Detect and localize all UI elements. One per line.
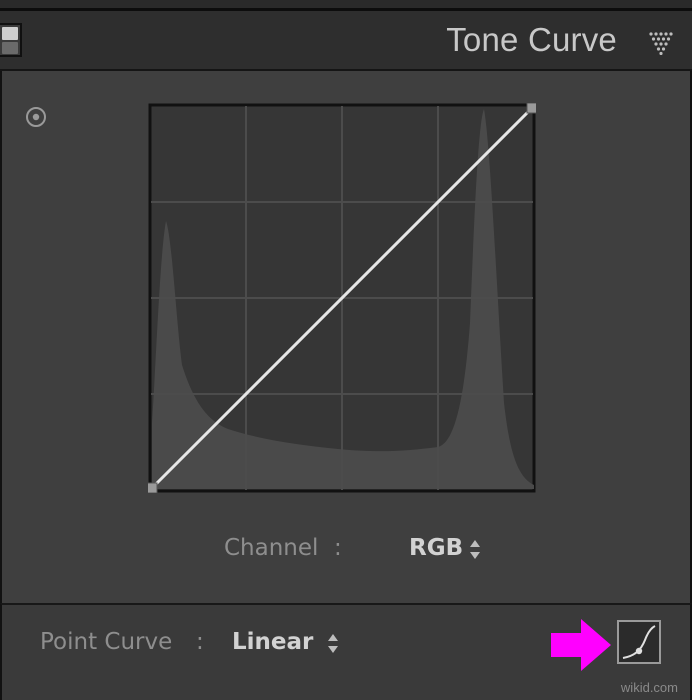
panel-header[interactable]: Tone Curve bbox=[0, 11, 692, 71]
curve-endpoint-shadows[interactable] bbox=[148, 482, 158, 493]
channel-label: Channel bbox=[224, 535, 319, 561]
tone-curve-graph[interactable] bbox=[148, 103, 536, 493]
target-icon[interactable] bbox=[24, 105, 48, 129]
chevron-updown-icon bbox=[469, 538, 481, 560]
panel-title: Tone Curve bbox=[446, 21, 617, 58]
triangle-down-icon[interactable] bbox=[648, 31, 674, 55]
point-curve-label: Point Curve bbox=[40, 629, 173, 655]
channel-select[interactable]: RGB bbox=[409, 535, 481, 561]
point-curve-select[interactable]: Linear bbox=[232, 629, 339, 655]
watermark: wikid.com bbox=[620, 680, 678, 695]
curve-edit-icon bbox=[622, 625, 656, 659]
channel-value: RGB bbox=[409, 535, 464, 561]
point-curve-bar: Point Curve : Linear wikid.com bbox=[0, 603, 692, 700]
channel-row: Channel : RGB bbox=[2, 533, 692, 567]
point-curve-colon: : bbox=[196, 629, 204, 655]
switch-knob-on bbox=[2, 27, 18, 40]
toggle-switch-icon[interactable] bbox=[0, 23, 22, 57]
channel-colon: : bbox=[334, 535, 342, 561]
point-curve-value: Linear bbox=[232, 629, 314, 655]
tone-curve-body: Channel : RGB bbox=[0, 71, 692, 603]
curve-endpoint-highlights[interactable] bbox=[526, 103, 536, 114]
top-strip bbox=[0, 0, 692, 11]
edit-point-curve-button[interactable] bbox=[617, 620, 661, 664]
switch-knob-off bbox=[2, 42, 18, 54]
chevron-updown-icon bbox=[327, 632, 339, 654]
arrow-right-icon bbox=[551, 619, 611, 671]
